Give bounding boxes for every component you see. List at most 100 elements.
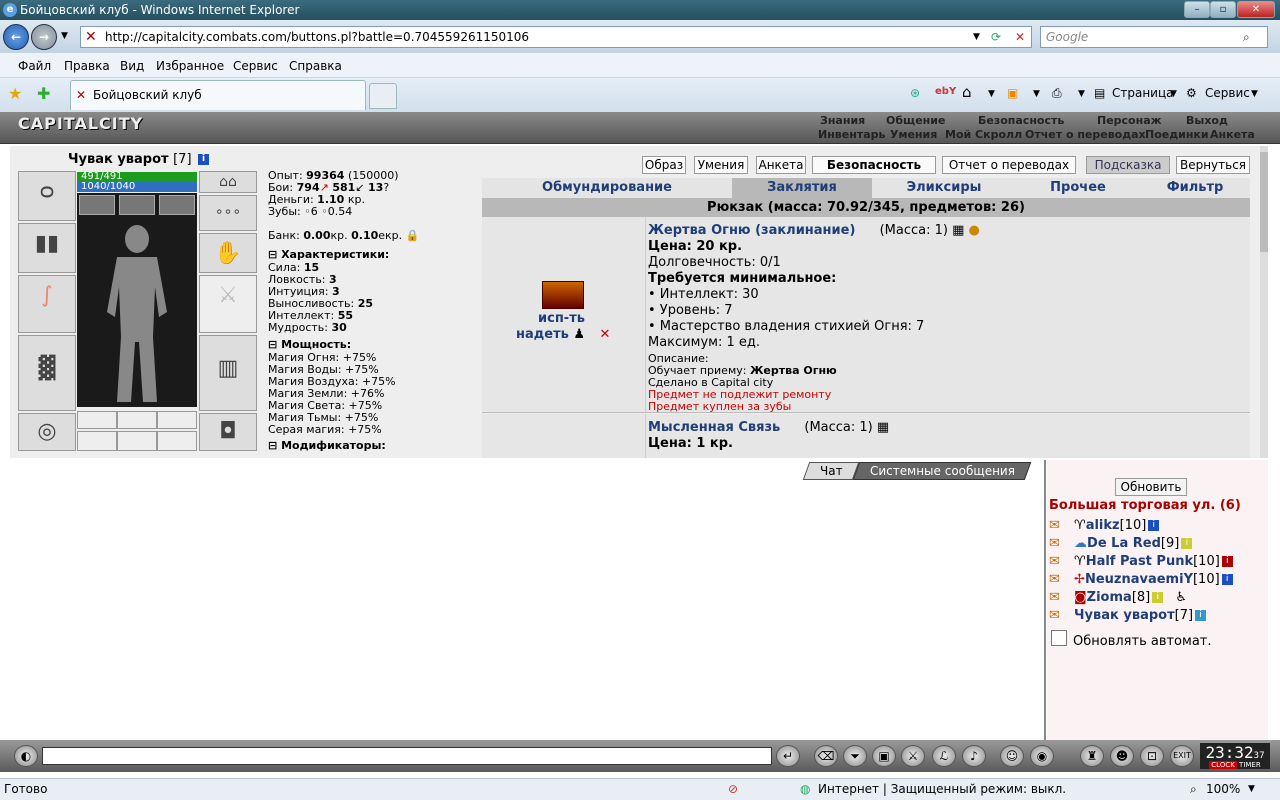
collapse-icon[interactable]: ⊟ — [268, 248, 277, 261]
tools-menu[interactable]: Сервис — [1205, 86, 1250, 100]
chat-mode-icon[interactable]: ◐ — [14, 745, 38, 767]
nav-character[interactable]: Персонаж — [1097, 114, 1162, 127]
menu-favorites[interactable]: Избранное — [156, 59, 224, 73]
delete-icon[interactable]: ✕ — [600, 327, 611, 342]
private-message-icon[interactable]: ✉ — [1049, 572, 1060, 587]
bag-icon[interactable]: ♜ — [1080, 745, 1104, 767]
ebay-icon[interactable]: ebY — [935, 86, 956, 97]
slot-small-5[interactable] — [117, 431, 157, 451]
tab-spells[interactable]: Заклятия — [732, 178, 872, 198]
menu-help[interactable]: Справка — [289, 59, 342, 73]
menu-view[interactable]: Вид — [120, 59, 144, 73]
btn-hint[interactable]: Подсказка — [1086, 156, 1170, 174]
tab-equipment[interactable]: Обмундирование — [482, 178, 732, 198]
slot-helmet[interactable]: ⌂⌂ — [199, 171, 257, 193]
btn-return[interactable]: Вернуться — [1176, 156, 1250, 174]
slot-gloves[interactable]: ✋ — [199, 233, 257, 273]
back-button[interactable]: ← — [3, 24, 29, 50]
info-icon[interactable]: i — [1195, 610, 1207, 621]
user-name[interactable]: alikz — [1086, 518, 1120, 533]
slot-shield[interactable]: ⚔ — [199, 275, 257, 333]
slot-small-3[interactable] — [157, 411, 197, 429]
auto-refresh-checkbox[interactable] — [1051, 630, 1067, 646]
url-dropdown-icon[interactable]: ▼ — [973, 27, 980, 47]
menu-tools[interactable]: Сервис — [233, 59, 278, 73]
timer-label[interactable]: TIMER — [1239, 761, 1261, 769]
chat-input[interactable] — [42, 747, 772, 765]
url-input[interactable]: ✕ http://capitalcity.combats.com/buttons… — [80, 26, 1032, 48]
security-zone[interactable]: Интернет | Защищенный режим: выкл. — [818, 779, 1066, 799]
slot-pants[interactable]: ▥ — [199, 335, 257, 411]
refresh-icon[interactable]: ⟳ — [991, 27, 1001, 47]
private-message-icon[interactable]: ✉ — [1049, 518, 1060, 533]
print-icon[interactable]: ⎙ — [1052, 86, 1062, 101]
minimize-button[interactable]: – — [1184, 1, 1210, 18]
tab-elixirs[interactable]: Эликсиры — [872, 178, 1016, 198]
tab-filter[interactable]: Фильтр — [1140, 178, 1250, 198]
info-icon[interactable]: i — [198, 154, 210, 165]
nav-knowledge[interactable]: Знания — [820, 114, 865, 127]
nav-exit[interactable]: Выход — [1186, 114, 1228, 127]
bank-lock-icon[interactable]: 🔒 — [406, 229, 420, 242]
slot-rings[interactable]: ∘∘∘ — [199, 195, 257, 231]
user-name[interactable]: Чувак уварот — [1074, 608, 1175, 623]
slot-bracers[interactable]: ▮▮ — [18, 223, 76, 273]
history-dropdown-icon[interactable]: ▼ — [61, 31, 68, 41]
search-input[interactable]: Google ⌕ — [1040, 26, 1268, 48]
btn-transfer-report[interactable]: Отчет о переводах — [942, 156, 1076, 174]
print-dropdown-icon[interactable]: ▼ — [1078, 89, 1085, 99]
info-icon[interactable]: i — [1181, 538, 1193, 549]
nav-security[interactable]: Безопасность — [978, 114, 1064, 127]
exit-button[interactable]: EXIT — [1170, 745, 1194, 767]
spell-slot-1[interactable] — [79, 195, 115, 215]
spell-slot-2[interactable] — [119, 195, 155, 215]
info-icon[interactable]: i — [1148, 520, 1160, 531]
private-message-icon[interactable]: ✉ — [1049, 554, 1060, 569]
fight-icon[interactable]: ⚔ — [901, 745, 925, 767]
zoom-level[interactable]: 100% — [1206, 779, 1240, 799]
search-icon[interactable]: ⌕ — [1243, 27, 1250, 47]
menu-edit[interactable]: Правка — [64, 59, 110, 73]
home-dropdown-icon[interactable]: ▼ — [988, 89, 995, 99]
user-name[interactable]: NeuznavaemiY — [1085, 572, 1193, 587]
tools-dropdown-icon[interactable]: ▼ — [1251, 89, 1258, 99]
filter-icon[interactable]: ⏷ — [843, 745, 867, 767]
info-icon[interactable]: i — [1221, 556, 1233, 567]
menu-file[interactable]: Файл — [18, 59, 51, 73]
stats-section-header[interactable]: ⊟ Характеристики: — [268, 248, 389, 261]
nav-skills[interactable]: Умения — [890, 128, 937, 141]
slot-weapon[interactable]: ∫ — [18, 275, 76, 333]
scrollbar-thumb[interactable] — [1260, 152, 1268, 252]
btn-security[interactable]: Безопасность — [812, 156, 936, 174]
private-message-icon[interactable]: ✉ — [1049, 608, 1060, 623]
nav-battles[interactable]: Поединки — [1145, 128, 1209, 141]
btn-profile[interactable]: Анкета — [756, 156, 806, 174]
use-link[interactable]: исп-ть — [538, 311, 585, 326]
slot-belt[interactable]: ◎ — [18, 413, 76, 451]
add-favorites-icon[interactable]: ✚ — [37, 84, 50, 103]
translit-icon[interactable]: ℒ — [932, 745, 956, 767]
lock-icon[interactable]: ⊡ — [1140, 745, 1164, 767]
nav-profile[interactable]: Анкета — [1210, 128, 1255, 141]
clear-icon[interactable]: ⌫ — [814, 745, 838, 767]
spell-slot-3[interactable] — [159, 195, 195, 215]
item-title[interactable]: Мысленная Связь — [648, 420, 780, 435]
slot-boots[interactable]: ◘ — [199, 413, 257, 451]
tab-system-messages[interactable]: Системные сообщения — [852, 462, 1032, 480]
save-log-icon[interactable]: ▣ — [872, 745, 896, 767]
tab-other[interactable]: Прочее — [1016, 178, 1140, 198]
nav-my-scroll[interactable]: Мой Скролл — [945, 128, 1022, 141]
btn-skills[interactable]: Умения — [694, 156, 748, 174]
mods-section-header[interactable]: ⊟ Модификаторы: — [268, 439, 386, 452]
browser-tab[interactable]: ✕ Бойцовский клуб — [70, 80, 366, 110]
popup-blocker-icon[interactable]: ⊘ — [728, 779, 738, 799]
slot-small-4[interactable] — [77, 431, 117, 451]
skype-icon[interactable]: ⊛ — [910, 86, 920, 100]
collapse-icon[interactable]: ⊟ — [268, 338, 277, 351]
page-menu-dropdown-icon[interactable]: ▼ — [1170, 89, 1177, 99]
nav-communication[interactable]: Общение — [886, 114, 945, 127]
home-icon[interactable]: ⌂ — [962, 83, 972, 101]
private-message-icon[interactable]: ✉ — [1049, 536, 1060, 551]
private-message-icon[interactable]: ✉ — [1049, 590, 1060, 605]
favorites-star-icon[interactable]: ★ — [8, 84, 22, 103]
